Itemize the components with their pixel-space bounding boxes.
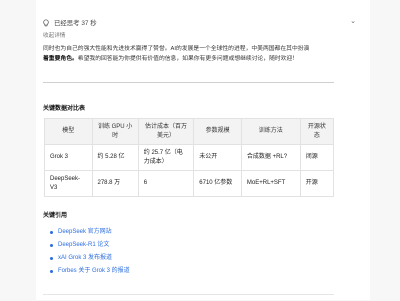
table-cell: 6 bbox=[137, 170, 195, 197]
thinking-status[interactable]: 已经思考 37 秒 ⌄ bbox=[42, 18, 356, 27]
table-cell: DeepSeek-V3 bbox=[44, 170, 93, 197]
table-cell: Grok 3 bbox=[44, 144, 93, 171]
table-row: Grok 3 约 5.28 亿 约 25.7 亿（电力成本） 未公开 合成数据 … bbox=[44, 144, 335, 171]
table-cell: 约 5.28 亿 bbox=[91, 144, 139, 171]
table-cell: 278.8 万 bbox=[91, 170, 139, 197]
table-cell: 闭源 bbox=[299, 144, 335, 171]
summary-line-2: 希望我的回答能为你提供有价值的信息，如果你有更多问题或想继续讨论，随时欢迎！ bbox=[77, 56, 299, 62]
summary-paragraph: 同时也为自己的强大性能和先进技术赢得了赞誉。AI的发展是一个全球性的进程，中美两… bbox=[43, 44, 339, 64]
table-cell: 6710 亿参数 bbox=[193, 170, 242, 197]
header-model: 模型 bbox=[44, 118, 93, 145]
thinking-duration: 已经思考 37 秒 bbox=[54, 20, 97, 27]
lightbulb-icon bbox=[43, 18, 49, 26]
header-method: 训练方法 bbox=[240, 118, 301, 145]
reference-link-forbes-grok3[interactable]: Forbes 关于 Grok 3 的报道 bbox=[50, 265, 130, 278]
reference-link-deepseek-site[interactable]: DeepSeek 官方网站 bbox=[50, 226, 130, 239]
reference-link-xai-grok3[interactable]: xAI Grok 3 发布报道 bbox=[50, 252, 130, 265]
header-params: 参数规模 bbox=[193, 118, 242, 145]
references-list: DeepSeek 官方网站 DeepSeek-R1 论文 xAI Grok 3 … bbox=[50, 226, 130, 278]
reference-link-deepseek-r1-paper[interactable]: DeepSeek-R1 论文 bbox=[50, 239, 130, 252]
comparison-section-title: 关键数据对比表 bbox=[43, 106, 86, 112]
header-gpu-hours: 训练 GPU 小时 bbox=[91, 118, 139, 145]
table-row: DeepSeek-V3 278.8 万 6 6710 亿参数 MoE+RL+SF… bbox=[44, 170, 335, 197]
table-cell: 开源 bbox=[299, 170, 335, 197]
table-cell: MoE+RL+SFT bbox=[240, 170, 301, 197]
chevron-down-icon[interactable]: ⌄ bbox=[350, 17, 356, 25]
table-header-row: 模型 训练 GPU 小时 估计成本（百万美元） 参数规模 训练方法 开源状态 bbox=[44, 118, 335, 145]
table-cell: 未公开 bbox=[193, 144, 242, 171]
comparison-table: 模型 训练 GPU 小时 估计成本（百万美元） 参数规模 训练方法 开源状态 G… bbox=[44, 118, 335, 197]
header-open-source: 开源状态 bbox=[299, 118, 335, 145]
table-cell: 合成数据 +RL? bbox=[240, 144, 301, 171]
references-section-title: 关键引用 bbox=[43, 213, 68, 219]
table-cell: 约 25.7 亿（电力成本） bbox=[137, 144, 195, 171]
header-cost: 估计成本（百万美元） bbox=[137, 118, 195, 145]
summary-bold-phrase: 着重要角色。 bbox=[43, 56, 78, 62]
summary-line-1: 同时也为自己的强大性能和先进技术赢得了赞誉。AI的发展是一个全球性的进程，中美两… bbox=[43, 46, 310, 52]
collapse-details-link[interactable]: 收起详情 bbox=[43, 31, 65, 39]
section-divider bbox=[43, 82, 334, 83]
